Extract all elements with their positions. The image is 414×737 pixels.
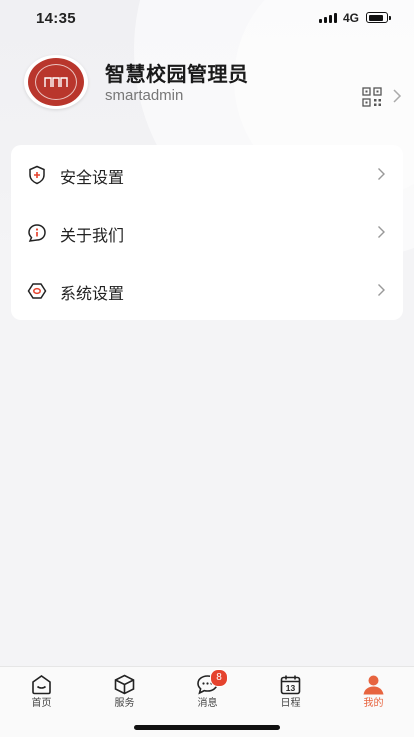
university-seal-logo (28, 58, 84, 106)
battery-icon (366, 12, 391, 23)
tab-label: 首页 (31, 698, 52, 709)
network-type: 4G (343, 11, 360, 25)
unread-badge: 8 (210, 669, 228, 687)
tab-label: 我的 (363, 698, 384, 709)
chevron-right-icon (378, 226, 385, 238)
tab-mine[interactable]: 我的 (332, 667, 414, 713)
signal-icon (319, 13, 337, 23)
menu-item-label: 系统设置 (60, 286, 125, 303)
calendar-icon: 13 (280, 675, 301, 695)
tab-home[interactable]: 首页 (0, 667, 83, 713)
menu-item-about-us[interactable]: 关于我们 (11, 203, 403, 261)
profile-name: 智慧校园管理员 (105, 64, 249, 86)
home-icon (32, 675, 51, 695)
calendar-day-number: 13 (286, 683, 296, 693)
tab-label: 服务 (114, 698, 135, 709)
home-indicator (134, 725, 280, 730)
menu-item-system-settings[interactable]: 系统设置 (11, 261, 403, 319)
tab-label: 日程 (280, 698, 301, 709)
tab-messages[interactable]: 8 消息 (166, 667, 249, 713)
menu-item-label: 安全设置 (60, 170, 125, 187)
avatar[interactable] (24, 55, 88, 109)
hexagon-settings-icon (27, 283, 47, 299)
settings-menu-card: 安全设置 关于我们 系统设置 (11, 145, 403, 320)
tab-label: 消息 (197, 698, 218, 709)
profile-account: smartadmin (105, 87, 184, 104)
status-bar: 14:35 4G (0, 0, 414, 40)
info-bubble-icon (28, 224, 46, 242)
user-icon (363, 675, 384, 695)
qr-code-icon[interactable] (362, 87, 382, 107)
cube-icon (114, 674, 135, 695)
menu-item-security-settings[interactable]: 安全设置 (11, 145, 403, 203)
tab-schedule[interactable]: 13 日程 (249, 667, 332, 713)
menu-item-label: 关于我们 (60, 228, 125, 245)
tab-services[interactable]: 服务 (83, 667, 166, 713)
shield-icon (29, 165, 45, 185)
chevron-right-icon (378, 168, 385, 180)
chevron-right-icon[interactable] (392, 88, 402, 104)
status-time: 14:35 (36, 10, 76, 27)
chevron-right-icon (378, 284, 385, 296)
